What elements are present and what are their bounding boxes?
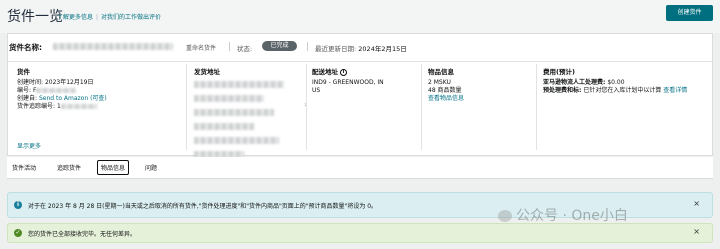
success-alert: ✓ 您的货件已全部接收完毕。无任何差异。 × xyxy=(7,223,713,243)
created-by-label: 创建自: xyxy=(17,95,38,102)
page-title: 货件一览 xyxy=(7,9,63,25)
tab-shipment-activity[interactable]: 货件活动 xyxy=(12,163,36,172)
redacted-address-line xyxy=(194,95,264,102)
column-divider xyxy=(421,64,422,150)
created-time-row: 创建时间: 2023年12月19日 xyxy=(17,79,182,87)
labor-fee-value: $0.00 xyxy=(607,79,625,86)
created-time-value: 2023年12月19日 xyxy=(44,79,94,86)
column-divider xyxy=(306,64,307,150)
fees-heading: 费用(预计) xyxy=(543,68,575,76)
info-alert-text: 对于在 2023 年 8 月 28 日(星期一)当天或之后取消的所有货件,"货件… xyxy=(28,203,378,210)
unit-count: 48 商品数量 xyxy=(428,87,462,94)
ship-to-line2: US xyxy=(312,87,321,94)
ship-from-heading: 发货地址 xyxy=(194,68,220,76)
shipment-column: 货件 创建时间: 2023年12月19日 编号: F 创建自: Send to … xyxy=(17,68,182,111)
placement-fee-value: 已针对您在入库计划中以计算 xyxy=(583,87,662,94)
updated-value: 2024年2月15日 xyxy=(358,45,407,53)
feedback-link[interactable]: 对我们的工作做出评价 xyxy=(101,14,161,21)
redacted-address-line xyxy=(194,137,279,144)
labor-fee-label: 亚马逊物流人工处理费: xyxy=(543,79,606,86)
created-by-row: 创建自: Send to Amazon (可查) xyxy=(17,95,182,103)
ship-from-column: 发货地址 xyxy=(194,68,299,161)
send-to-amazon-link[interactable]: Send to Amazon xyxy=(39,95,88,102)
status-badge: 已完成 xyxy=(262,41,297,51)
divider xyxy=(307,42,308,51)
fees-column: 费用(预计) 亚马逊物流人工处理费: $0.00 预处理费和标: 已针对您在入库… xyxy=(543,68,711,95)
redacted-tracking xyxy=(60,104,97,109)
column-divider xyxy=(536,64,537,150)
tab-problems[interactable]: 问题 xyxy=(145,163,157,172)
tab-items[interactable]: 物品信息 xyxy=(97,160,130,175)
updated-label: 最近更新日期: xyxy=(315,45,357,53)
header-links: 了解更多信息 | 对我们的工作做出评价 xyxy=(57,12,161,21)
ship-to-column: 配送地址 i IND9 - GREENWOOD, IN US xyxy=(312,68,417,95)
learn-more-link[interactable]: 了解更多信息 xyxy=(57,14,93,21)
placement-fee-label: 预处理费和标: xyxy=(543,87,582,94)
tab-bar: 货件活动 追踪货件 物品信息 问题 xyxy=(7,157,713,179)
status-label: 状态: xyxy=(237,45,253,53)
view-items-link[interactable]: 查看物品信息 xyxy=(428,95,528,103)
redacted-address-line xyxy=(194,123,254,130)
link-separator: | xyxy=(96,14,99,21)
close-icon[interactable]: × xyxy=(693,199,700,208)
tracking-label: 货件追踪编号: xyxy=(17,103,56,110)
check-icon: ✓ xyxy=(14,229,22,237)
last-updated: 最近更新日期: 2024年2月15日 xyxy=(315,43,407,53)
tracking-row: 货件追踪编号: 1 xyxy=(17,103,182,111)
labor-fee-row: 亚马逊物流人工处理费: $0.00 xyxy=(543,79,711,87)
shipment-heading: 货件 xyxy=(17,68,30,76)
created-time-label: 创建时间: xyxy=(17,79,44,86)
info-icon[interactable]: i xyxy=(340,68,347,76)
shipment-id-label: 编号: xyxy=(17,87,32,94)
redacted-address-line xyxy=(194,81,284,88)
redacted-shipment-name xyxy=(53,43,173,50)
success-alert-text: 您的货件已全部接收完毕。无任何差异。 xyxy=(28,231,137,238)
ship-to-heading: 配送地址 i xyxy=(312,68,417,76)
redacted-id xyxy=(36,88,77,93)
rename-shipment-link[interactable]: 重命名货件 xyxy=(186,43,216,52)
ship-to-heading-text: 配送地址 xyxy=(312,68,338,76)
info-icon: i xyxy=(14,201,22,209)
wechat-logo-icon xyxy=(498,210,512,222)
shipment-name-row: 货件名称: 重命名货件 状态: 已完成 最近更新日期: 2024年2月15日 xyxy=(9,40,713,54)
msku-count: 2 MSKU xyxy=(428,79,451,86)
shipment-name-label: 货件名称: xyxy=(9,43,42,52)
column-divider xyxy=(186,64,187,150)
divider xyxy=(229,42,230,51)
show-more-link[interactable]: 显示更多 xyxy=(17,141,41,150)
watermark-text: 公众号 · One小白 xyxy=(516,208,628,224)
shipment-id-row: 编号: F xyxy=(17,87,182,95)
items-column: 物品信息 2 MSKU 48 商品数量 查看物品信息 xyxy=(428,68,528,103)
top-bar: 货件一览 了解更多信息 | 对我们的工作做出评价 创建货件 xyxy=(0,0,720,33)
placement-fee-row: 预处理费和标: 已针对您在入库计划中以计算 查看详情 xyxy=(543,87,711,95)
ship-to-line1: IND9 - GREENWOOD, IN xyxy=(312,79,384,86)
view-link[interactable]: (可查) xyxy=(90,95,107,102)
redacted-address-line xyxy=(194,109,274,116)
card-divider xyxy=(8,61,712,62)
watermark: 公众号 · One小白 xyxy=(498,205,628,225)
view-details-link[interactable]: 查看详情 xyxy=(663,87,687,94)
tab-track-shipment[interactable]: 追踪货件 xyxy=(57,163,81,172)
shipment-summary-card: 货件名称: 重命名货件 状态: 已完成 最近更新日期: 2024年2月15日 货… xyxy=(7,33,713,158)
create-shipment-button[interactable]: 创建货件 xyxy=(666,5,713,21)
close-icon[interactable]: × xyxy=(693,227,700,236)
items-heading: 物品信息 xyxy=(428,68,454,76)
